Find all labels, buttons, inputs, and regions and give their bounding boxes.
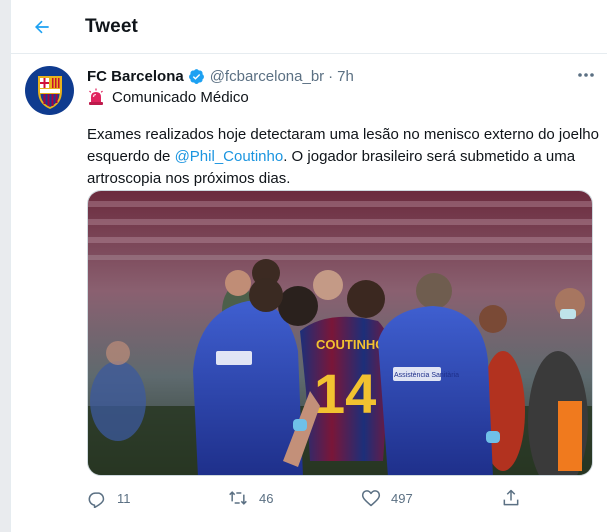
tweet-author-row: FC Barcelona @fcbarcelona_br · 7h xyxy=(87,66,354,86)
like-button[interactable]: 497 xyxy=(361,486,413,510)
more-icon xyxy=(578,73,594,77)
author-handle[interactable]: @fcbarcelona_br xyxy=(210,68,324,85)
avatar[interactable] xyxy=(25,66,74,115)
more-options-button[interactable] xyxy=(574,66,598,84)
back-button[interactable] xyxy=(27,12,57,42)
jacket-text: Assistència Sanitària xyxy=(394,372,459,379)
tweet-first-line: Comunicado Médico xyxy=(87,87,249,107)
reply-count: 11 xyxy=(117,490,131,506)
fc-barcelona-crest-icon xyxy=(37,75,62,109)
tweet-timestamp[interactable]: 7h xyxy=(337,68,354,85)
tweet-action-bar: 11 46 497 xyxy=(87,486,602,510)
like-count: 497 xyxy=(391,490,413,506)
reply-icon xyxy=(88,492,105,508)
author-display-name[interactable]: FC Barcelona xyxy=(87,68,184,85)
tweet-subtitle: Comunicado Médico xyxy=(112,88,249,106)
page-title: Tweet xyxy=(85,16,138,37)
separator-dot: · xyxy=(328,67,334,85)
tweet-page: Tweet FC Barcelona @fcbarcelona_br · 7h xyxy=(10,0,607,532)
page-header: Tweet xyxy=(11,0,607,54)
retweet-button[interactable]: 46 xyxy=(227,486,273,510)
jersey-name: COUTINHO xyxy=(316,337,385,352)
mention-link[interactable]: @Phil_Coutinho xyxy=(175,148,284,165)
reply-button[interactable]: 11 xyxy=(87,486,131,510)
back-arrow-icon xyxy=(35,20,49,34)
photo-scene: COUTINHO 14 Assistència Sanitària xyxy=(88,191,592,475)
tweet-text: Exames realizados hoje detectaram uma le… xyxy=(87,124,602,190)
retweet-icon xyxy=(229,491,247,505)
tweet-photo[interactable]: COUTINHO 14 Assistència Sanitària xyxy=(87,190,593,476)
like-icon xyxy=(361,490,381,507)
share-button[interactable] xyxy=(501,486,531,510)
retweet-count: 46 xyxy=(259,490,274,506)
share-icon xyxy=(503,489,519,506)
verified-badge-icon xyxy=(188,68,205,85)
siren-icon xyxy=(87,88,105,106)
jersey-number: 14 xyxy=(314,362,376,425)
